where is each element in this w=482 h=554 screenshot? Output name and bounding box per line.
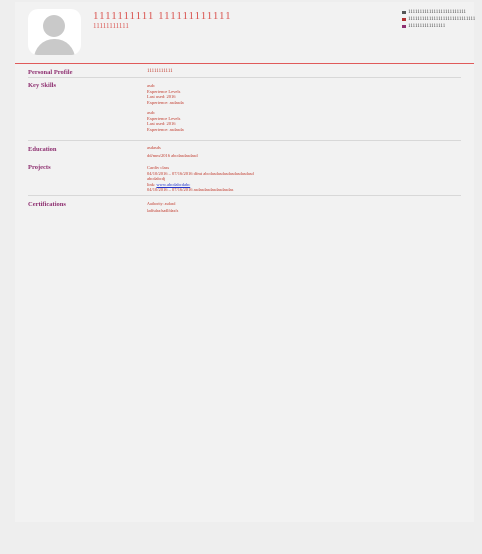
candidate-subtitle: 11111111111 (93, 22, 129, 30)
avatar-head-shape (43, 15, 65, 37)
section-divider (28, 195, 461, 196)
header-divider (15, 63, 474, 64)
project-dates-2: 04/10/2016 – 07/16/2016 asdasdasdasdasda… (147, 187, 234, 192)
section-divider (28, 77, 461, 78)
contact-email: 1111111111111111111111111 (402, 9, 475, 16)
contact-phone-text: 11111111111111111111111111111 (408, 17, 476, 22)
skill-experience: Experience: asdasda (147, 99, 184, 105)
contact-phone: 11111111111111111111111111111 (402, 16, 475, 23)
envelope-icon (402, 11, 406, 14)
projects-label: Projects (28, 164, 51, 171)
education-dates: dd/mm/2016 abcdasdasdasd (147, 152, 198, 158)
candidate-name: 1111111111 111111111111 (93, 10, 232, 22)
project-link-prefix: link: (147, 181, 156, 187)
certification-detail: ladfsdaxfsadlfdaxfs (147, 207, 179, 213)
certification-authority: Authority: asdasd (147, 201, 176, 206)
avatar (28, 9, 81, 55)
project-link[interactable]: www.abcdabcdabc (156, 182, 190, 187)
skill-group: asdc Experience Levels Last used: 2016 E… (147, 110, 184, 132)
phone-icon (402, 18, 406, 21)
avatar-body-shape (34, 39, 75, 55)
contact-block: 1111111111111111111111111 11111111111111… (402, 9, 475, 30)
resume-page: 1111111111 111111111111 11111111111 1111… (15, 2, 475, 522)
education-label: Education (28, 146, 57, 153)
section-divider (28, 140, 461, 141)
skill-experience: Experience: asdasda (147, 126, 184, 132)
education-entry: asdasds dd/mm/2016 abcdasdasdasd (147, 145, 198, 158)
personal-profile-value: 11111111111 (147, 69, 173, 74)
certifications-label: Certifications (28, 201, 66, 208)
certification-entry: Authority: asdasd ladfsdaxfsadlfdaxfs (147, 201, 178, 213)
project-entry: Cardiv class 04/10/2016 – 07/16/2016 dfm… (147, 165, 254, 193)
key-skills-label: Key Skills (28, 82, 56, 89)
skill-group: asdc Experience Levels Last used: 2016 E… (147, 83, 184, 105)
contact-location: 1111111111111111 (402, 23, 475, 30)
contact-location-text: 1111111111111111 (408, 24, 446, 29)
location-icon (402, 25, 406, 28)
education-school: asdasds (147, 145, 161, 150)
contact-email-text: 1111111111111111111111111 (408, 10, 467, 15)
personal-profile-label: Personal Profile (28, 69, 73, 76)
